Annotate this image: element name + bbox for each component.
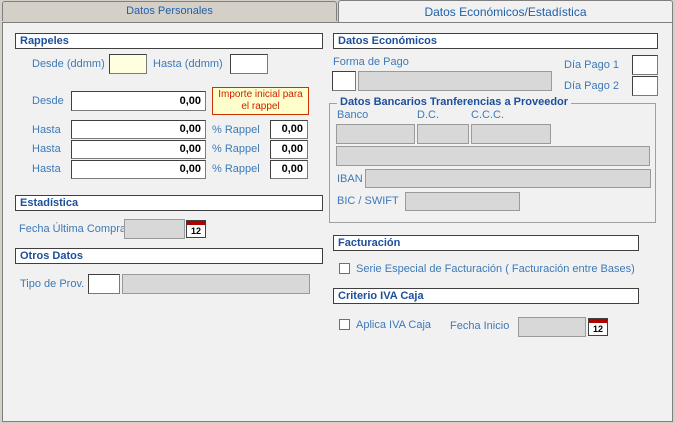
- rappel-input-3[interactable]: 0,00: [270, 160, 308, 179]
- forma-pago-code-input[interactable]: [332, 71, 356, 91]
- hasta-input-2[interactable]: 0,00: [71, 140, 206, 159]
- tab-datos-economicos[interactable]: Datos Económicos/Estadística: [338, 0, 673, 24]
- iban-label: IBAN: [337, 173, 363, 185]
- ccc-input[interactable]: [471, 124, 551, 144]
- bic-swift-label: BIC / SWIFT: [337, 195, 399, 207]
- hasta-ddmm-input[interactable]: [230, 54, 268, 74]
- forma-pago-label: Forma de Pago: [333, 56, 409, 68]
- hasta-input-3[interactable]: 0,00: [71, 160, 206, 179]
- rappel-label-1: % Rappel: [212, 124, 260, 136]
- hasta-ddmm-label: Hasta (ddmm): [153, 58, 223, 70]
- tipo-prov-label: Tipo de Prov.: [20, 278, 85, 290]
- dia-pago-2-label: Día Pago 2: [564, 80, 620, 92]
- tipo-prov-code-input[interactable]: [88, 274, 120, 294]
- datos-economicos-header: Datos Económicos: [333, 33, 658, 49]
- datos-bancarios-title: Datos Bancarios Tranferencias a Proveedo…: [337, 96, 572, 108]
- desde-label: Desde: [32, 95, 64, 107]
- calendar-icon[interactable]: 12: [588, 318, 608, 336]
- iban-input[interactable]: [365, 169, 651, 188]
- forma-pago-desc-input[interactable]: [358, 71, 552, 91]
- rappel-label-2: % Rappel: [212, 143, 260, 155]
- hasta-label-2: Hasta: [32, 143, 61, 155]
- dia-pago-1-label: Día Pago 1: [564, 59, 620, 71]
- iva-caja-header: Criterio IVA Caja: [333, 288, 639, 304]
- hasta-label-3: Hasta: [32, 163, 61, 175]
- desde-input[interactable]: 0,00: [71, 91, 206, 111]
- aplica-iva-caja-label: Aplica IVA Caja: [356, 319, 432, 331]
- fecha-ultima-compra-input[interactable]: [124, 219, 185, 239]
- desde-ddmm-label: Desde (ddmm): [32, 58, 105, 70]
- dc-input[interactable]: [417, 124, 469, 144]
- hasta-input-1[interactable]: 0,00: [71, 120, 206, 139]
- serie-especial-checkbox[interactable]: [339, 263, 350, 274]
- tipo-prov-desc-input[interactable]: [122, 274, 310, 294]
- fecha-ultima-compra-label: Fecha Última Compra: [19, 223, 126, 235]
- cuenta-input[interactable]: [336, 146, 650, 166]
- facturacion-header: Facturación: [333, 235, 639, 251]
- desde-ddmm-input[interactable]: [109, 54, 147, 74]
- banco-input[interactable]: [336, 124, 415, 144]
- bic-swift-input[interactable]: [405, 192, 520, 211]
- rappeles-header: Rappeles: [15, 33, 323, 49]
- hasta-label-1: Hasta: [32, 124, 61, 136]
- fecha-inicio-input[interactable]: [518, 317, 586, 337]
- dia-pago-1-input[interactable]: [632, 55, 658, 75]
- otros-datos-header: Otros Datos: [15, 248, 323, 264]
- estadistica-header: Estadística: [15, 195, 323, 211]
- importe-inicial-note: Importe inicial para el rappel: [212, 87, 309, 115]
- calendar-icon-text: 12: [190, 226, 201, 236]
- ccc-label: C.C.C.: [471, 109, 504, 121]
- serie-especial-label: Serie Especial de Facturación ( Facturac…: [356, 263, 635, 275]
- rappel-input-2[interactable]: 0,00: [270, 140, 308, 159]
- calendar-icon-text: 12: [592, 324, 603, 334]
- fecha-inicio-label: Fecha Inicio: [450, 320, 510, 332]
- calendar-icon[interactable]: 12: [186, 220, 206, 238]
- banco-label: Banco: [337, 109, 369, 121]
- dia-pago-2-input[interactable]: [632, 76, 658, 96]
- rappel-label-3: % Rappel: [212, 163, 260, 175]
- tab-datos-personales[interactable]: Datos Personales: [2, 1, 337, 21]
- rappel-input-1[interactable]: 0,00: [270, 120, 308, 139]
- dc-label: D.C.: [417, 109, 439, 121]
- aplica-iva-caja-checkbox[interactable]: [339, 319, 350, 330]
